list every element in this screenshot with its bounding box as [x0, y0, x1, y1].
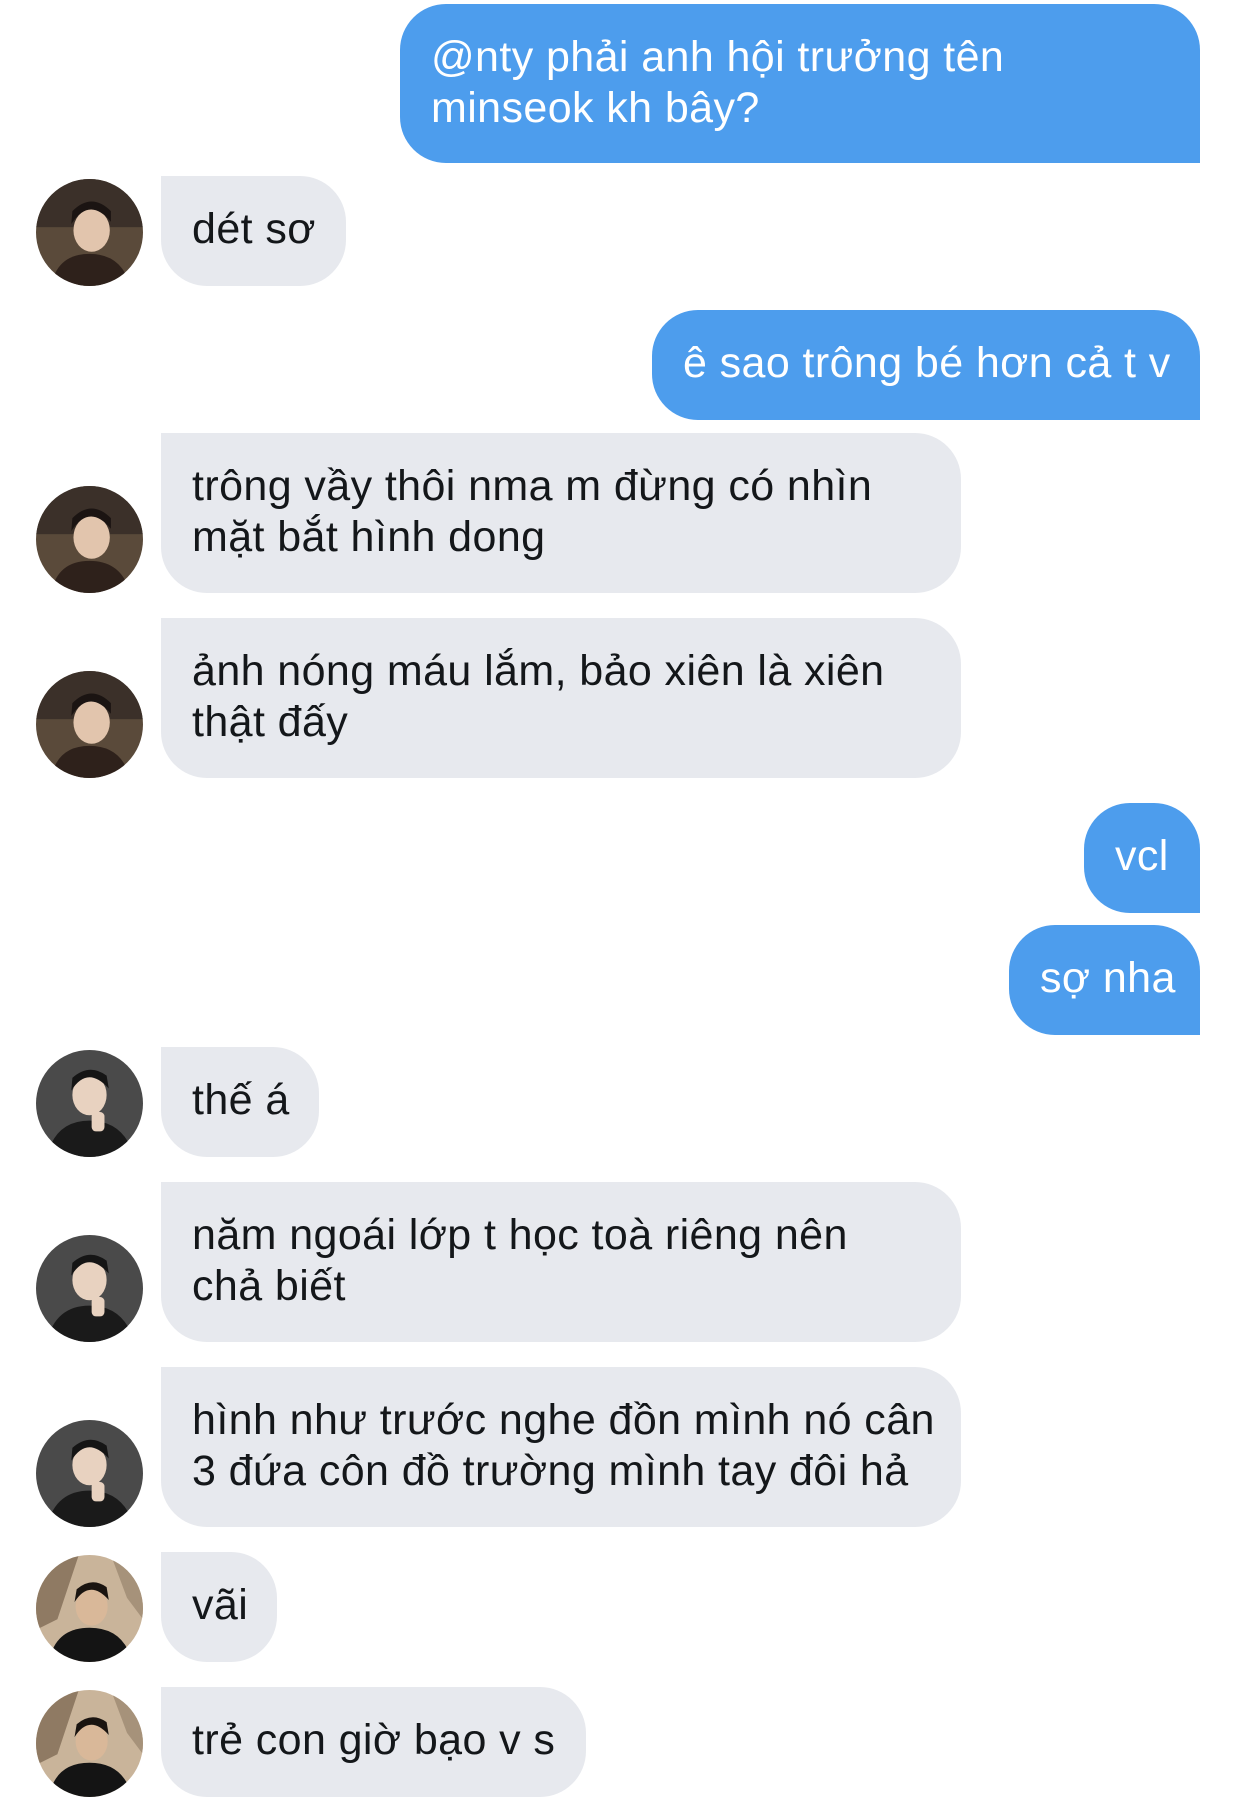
avatar[interactable] [36, 486, 143, 593]
message-text-line: dét sơ [192, 205, 316, 253]
message-text-line: ê sao trông bé hơn cả t v [683, 339, 1171, 387]
received-message-bubble[interactable]: năm ngoái lớp t học toà riêng nên chả bi… [161, 1182, 961, 1342]
sent-message-bubble[interactable]: sợ nha [1009, 925, 1200, 1035]
sent-message-bubble[interactable]: vcl [1084, 803, 1200, 913]
message-text-line: 3 đứa côn đồ trường mình tay đôi hả [192, 1447, 909, 1495]
avatar[interactable] [36, 179, 143, 286]
message-text-line: vcl [1115, 832, 1169, 880]
avatar[interactable] [36, 671, 143, 778]
received-message-bubble[interactable]: trông vầy thôi nma m đừng có nhìn mặt bắ… [161, 433, 961, 593]
received-message-bubble[interactable]: vãi [161, 1552, 277, 1662]
sent-message-bubble[interactable]: @nty phải anh hội trưởng tên minseok kh … [400, 4, 1200, 163]
avatar-icon [36, 671, 143, 778]
avatar[interactable] [36, 1420, 143, 1527]
avatar-icon [36, 486, 143, 593]
message-text-line: trông vầy thôi nma m đừng có nhìn [192, 462, 873, 510]
avatar-icon [36, 1050, 143, 1157]
avatar-icon [36, 1420, 143, 1527]
message-text-line: sợ nha [1040, 954, 1176, 1002]
message-text-line: mặt bắt hình dong [192, 513, 546, 561]
message-text-line: chả biết [192, 1262, 346, 1310]
message-text-line: hình như trước nghe đồn mình nó cân [192, 1396, 935, 1444]
received-message-bubble[interactable]: thế á [161, 1047, 319, 1157]
avatar[interactable] [36, 1050, 143, 1157]
received-message-bubble[interactable]: ảnh nóng máu lắm, bảo xiên là xiên thật … [161, 618, 961, 778]
avatar[interactable] [36, 1235, 143, 1342]
message-text-line: minseok kh bây? [431, 84, 760, 132]
avatar[interactable] [36, 1690, 143, 1797]
message-text-line: vãi [192, 1581, 249, 1629]
avatar[interactable] [36, 1555, 143, 1662]
message-text-line: thật đấy [192, 698, 349, 746]
message-text-line: năm ngoái lớp t học toà riêng nên [192, 1211, 848, 1259]
message-text-line: thế á [192, 1076, 290, 1124]
avatar-icon [36, 1555, 143, 1662]
sent-message-bubble[interactable]: ê sao trông bé hơn cả t v [652, 310, 1200, 420]
received-message-bubble[interactable]: hình như trước nghe đồn mình nó cân 3 đứ… [161, 1367, 961, 1527]
received-message-bubble[interactable]: trẻ con giờ bạo v s [161, 1687, 586, 1797]
message-text-line: trẻ con giờ bạo v s [192, 1716, 556, 1764]
avatar-icon [36, 1690, 143, 1797]
message-text-line: @nty phải anh hội trưởng tên [431, 33, 1005, 81]
avatar-icon [36, 1235, 143, 1342]
message-text-line: ảnh nóng máu lắm, bảo xiên là xiên [192, 647, 885, 695]
received-message-bubble[interactable]: dét sơ [161, 176, 346, 286]
avatar-icon [36, 179, 143, 286]
